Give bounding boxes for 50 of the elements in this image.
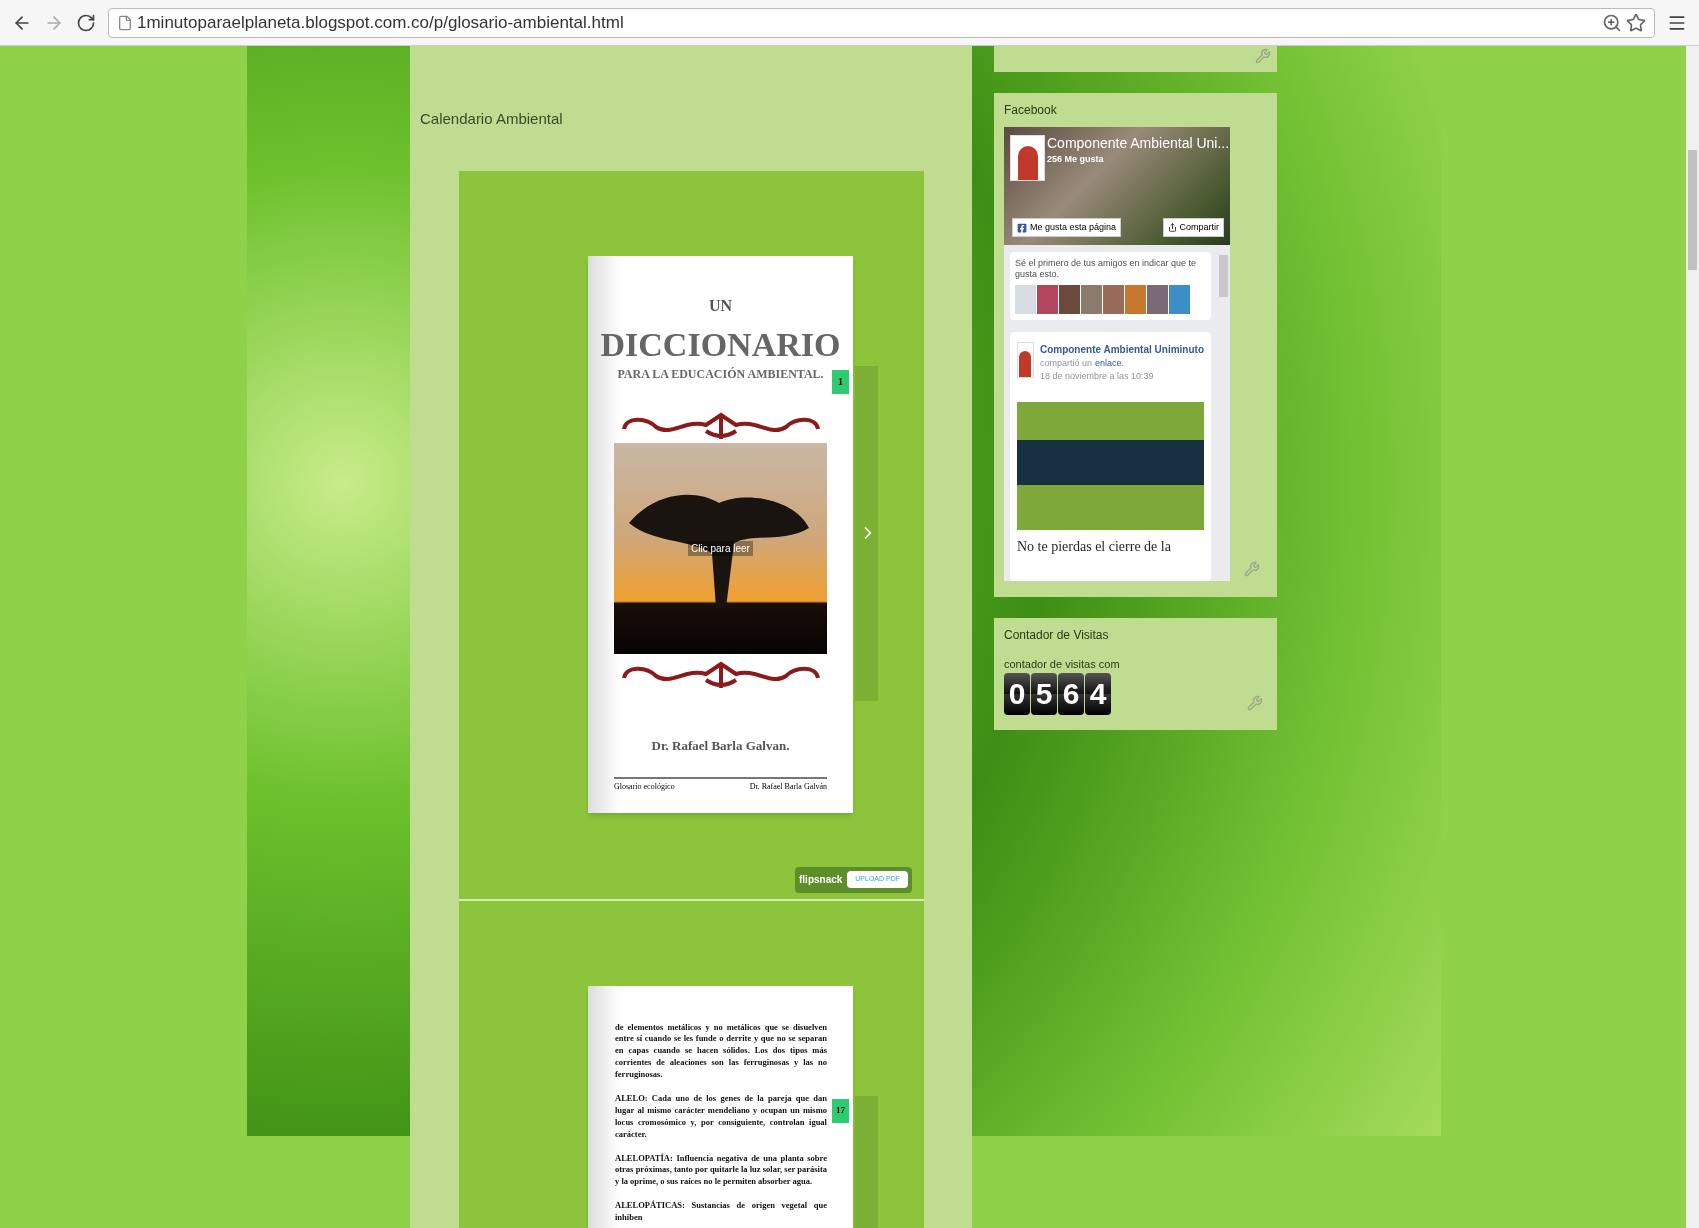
- cover-author: Dr. Rafael Barla Galvan.: [651, 736, 790, 755]
- page-name[interactable]: Componente Ambiental Uni...: [1047, 135, 1230, 153]
- counter-digit: 0: [1004, 672, 1030, 715]
- page-scrollbar[interactable]: [1686, 46, 1699, 1228]
- cover-title: DICCIONARIO: [600, 327, 841, 362]
- widget-title: Facebook: [1004, 102, 1058, 119]
- cover-subtitle: PARA LA EDUCACIÓN AMBIENTAL.: [617, 365, 824, 383]
- cover-pretitle: UN: [708, 295, 733, 316]
- friend-avatar[interactable]: [1059, 284, 1080, 314]
- friend-avatar[interactable]: [1081, 284, 1102, 314]
- page-icon: [117, 14, 133, 31]
- bookmark-star-icon[interactable]: [1626, 12, 1646, 33]
- facebook-icon: [1017, 222, 1027, 233]
- post-date: 18 de noviembre a las 10:39: [1039, 370, 1155, 383]
- counter-digit: 6: [1058, 672, 1084, 715]
- friends-text: Sé el primero de tus amigos en indicar que te gusta esto.: [1015, 258, 1198, 281]
- post-author-link[interactable]: Componente Ambiental Uniminuto: [1039, 341, 1204, 357]
- post-headline[interactable]: No te pierdas el cierre de la: [1017, 537, 1204, 555]
- glossary-paragraph: ALELO: Cada uno de los genes de la pareja que dan lugar al mismo carácter mendeliano y ocupan un mismo locus cromosómico y, por consiguiente, controlan igual carácter.: [615, 1092, 827, 1141]
- shared-link[interactable]: enlace.: [1094, 356, 1124, 370]
- share-button[interactable]: Compartir: [1163, 218, 1224, 237]
- counter-digit: 4: [1085, 672, 1111, 715]
- page-number-badge: 17: [832, 1098, 849, 1123]
- friend-avatar[interactable]: [1037, 284, 1058, 314]
- section-title: Calendario Ambiental: [420, 109, 564, 129]
- glossary-paragraph: de elementos metálicos y no metálicos que se disuelven entre sí cuando se les funde o derrite y que no se separan en capas cuando se hacen sólidos. Los dos tipos más corrientes de aleaciones son las ferruginosas y las no ferruginosas.: [615, 1021, 827, 1081]
- footer-right-text: Dr. Rafael Barla Galván: [749, 780, 827, 793]
- url-text: 1minutoparaelplaneta.blogspot.com.co/p/glosario-ambiental.html: [137, 11, 624, 34]
- reload-icon[interactable]: [76, 12, 96, 33]
- friend-avatar[interactable]: [1169, 284, 1190, 314]
- friend-avatar[interactable]: [1125, 284, 1146, 314]
- page-number-badge: 1: [832, 369, 849, 394]
- counter-label: contador de visitas com: [1004, 657, 1121, 672]
- friend-avatar[interactable]: [1103, 284, 1124, 314]
- glossary-paragraph: ALELOPATÍA: Influencia negativa de una planta sobre otras próximas, tanto por quitarle la luz solar, ser parásita y la oprime, o sus raíces no le permiten absorber agua.: [615, 1152, 827, 1189]
- like-page-button[interactable]: Me gusta esta página: [1012, 218, 1122, 237]
- counter-digit: 5: [1031, 672, 1057, 715]
- address-bar[interactable]: 1minutoparaelplaneta.blogspot.com.co/p/glosario-ambiental.html: [108, 7, 1655, 38]
- page-logo-icon: [1010, 135, 1045, 181]
- post-action-text: compartió un: [1039, 356, 1092, 370]
- widget-title: Contador de Visitas: [1004, 627, 1110, 644]
- glossary-paragraph: ALELOPÁTICAS: Sustancias de origen vegetal que inhiben: [615, 1200, 827, 1224]
- flipsnack-logo-text: flipsnack: [799, 873, 843, 887]
- share-icon: [1168, 223, 1178, 232]
- page-logo-icon: [1017, 341, 1034, 378]
- zoom-icon[interactable]: [1602, 12, 1622, 33]
- footer-left-text: Glosario ecológico: [614, 780, 675, 793]
- likes-count: 256 Me gusta: [1047, 152, 1105, 166]
- friend-avatar[interactable]: [1147, 284, 1168, 314]
- post-image[interactable]: [1017, 401, 1204, 530]
